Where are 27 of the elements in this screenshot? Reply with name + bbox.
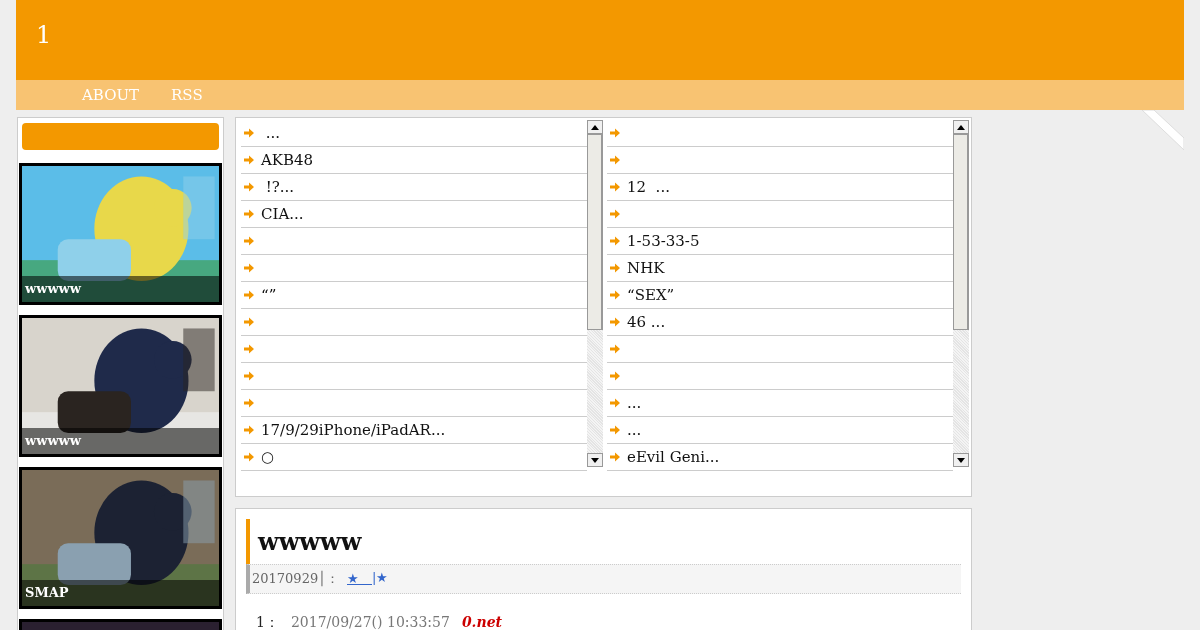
link-text[interactable]: ... <box>261 124 281 142</box>
tag-link[interactable]: ★＿ <box>347 570 372 588</box>
card-caption: SMAP <box>22 580 219 606</box>
link-text[interactable]: CIA... <box>261 205 304 223</box>
card-caption: wwwww <box>22 428 219 454</box>
link-text[interactable]: eEvil Geni... <box>627 448 720 466</box>
post-date: 20170929│： <box>252 570 339 588</box>
link-text[interactable]: 46 ... <box>627 313 666 331</box>
link-text[interactable]: ... <box>627 394 642 412</box>
photo-card[interactable]: SMAP <box>19 467 222 609</box>
link-text[interactable]: ... <box>627 421 642 439</box>
link-text[interactable]: “SEX” <box>627 286 675 304</box>
link-text[interactable]: NHK <box>627 259 665 277</box>
link-text[interactable]: ○ <box>261 448 275 466</box>
link-text[interactable]: AKB48 <box>261 151 314 169</box>
tag-text: |★ <box>372 570 389 587</box>
link-text[interactable]: 1-53-33-5 <box>627 232 700 250</box>
link-text[interactable]: !?... <box>261 178 295 196</box>
photo-card[interactable]: wwwww <box>19 315 222 457</box>
photo-card[interactable]: wwwww <box>19 163 222 305</box>
link-text[interactable]: “” <box>261 286 277 304</box>
comment-name: 0.net <box>461 614 503 630</box>
link-text[interactable]: 12 ... <box>627 178 670 196</box>
link-text[interactable]: 17/9/29iPhone/iPadAR... <box>261 421 446 439</box>
card-caption: wwwww <box>22 276 219 302</box>
comment-time: 2017/09/27() 10:33:57 <box>290 614 450 630</box>
comment-number: 1： <box>256 614 279 630</box>
